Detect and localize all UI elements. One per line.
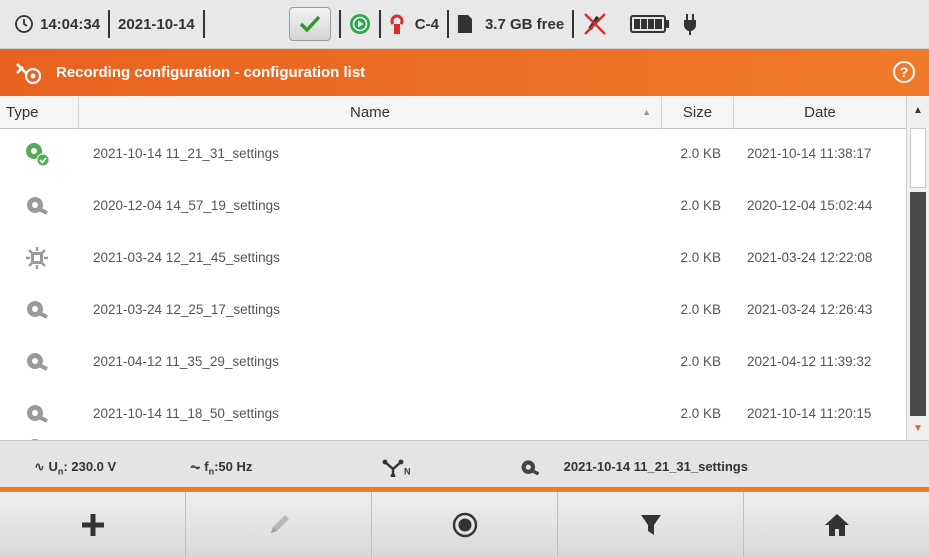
scroll-down-arrow[interactable]: ▼ (907, 418, 929, 440)
add-button[interactable] (0, 492, 186, 557)
home-button[interactable] (744, 492, 929, 557)
info-strip: ∿ Un: 230.0 V ⏦ fn:50 Hz N 2021-10-14 11… (0, 440, 929, 496)
page-title: Recording configuration - configuration … (56, 64, 366, 81)
plug-icon (684, 14, 697, 35)
settings-icon (27, 301, 48, 319)
config-name: 2020-12-04 14_57_19_settings (93, 198, 280, 213)
table-row[interactable]: 2020-12-04 14_57_19_settings 2.0 KB 2020… (0, 181, 906, 230)
record-button[interactable] (372, 492, 558, 557)
voltage-label: U (48, 459, 58, 474)
sort-ascending-icon: ▲ (642, 107, 651, 117)
bottom-toolbar (0, 492, 929, 557)
config-date: 2021-04-12 11:39:32 (747, 354, 872, 369)
config-date: 2021-10-14 11:38:17 (747, 146, 872, 161)
config-size: 2.0 KB (680, 302, 721, 317)
column-date[interactable]: Date (734, 96, 906, 129)
record-icon (452, 512, 477, 537)
separator (338, 10, 341, 38)
active-config-name: 2021-10-14 11_21_31_settings (563, 459, 748, 474)
status-time: 14:04:34 (40, 15, 101, 33)
voltage-value: : 230.0 V (63, 459, 117, 474)
status-bar: 14:04:34 2021-10-14 C-4 3.7 GB free (0, 0, 929, 49)
column-name-label: Name (349, 104, 390, 121)
config-name: 2021-10-14 11_18_50_settings (93, 406, 279, 421)
column-name[interactable]: Name ▲ (79, 96, 662, 129)
battery-icon (630, 15, 670, 33)
plus-icon (81, 513, 104, 536)
settings-icon (27, 197, 48, 215)
table-row[interactable]: 2021-03-24 12_25_17_settings 2.0 KB 2021… (0, 285, 906, 334)
filter-icon (640, 514, 661, 535)
help-button[interactable]: ? (893, 61, 915, 83)
table-row[interactable]: 2021-03-24 12_21_45_settings 2.0 KB 2021… (0, 233, 906, 282)
frequency-wave-icon: ⏦ (190, 459, 201, 474)
pencil-icon (270, 514, 289, 533)
wye-network-icon (382, 459, 404, 478)
ac-wave-icon: ∿ (34, 459, 45, 474)
edit-button[interactable] (186, 492, 372, 557)
separator (378, 10, 381, 38)
active-config: 2021-10-14 11_21_31_settings (518, 441, 748, 493)
config-size: 2.0 KB (680, 198, 721, 213)
settings-icon (27, 353, 48, 371)
config-name: 2021-03-24 12_25_17_settings (93, 302, 280, 317)
config-name: 2021-04-12 11_35_29_settings (93, 354, 279, 369)
scroll-up-arrow[interactable]: ▲ (907, 96, 929, 126)
clamp-icon (390, 14, 404, 34)
usb-disconnected-icon (584, 13, 607, 35)
config-size: 2.0 KB (680, 406, 721, 421)
config-list: 2021-10-14 11_21_31_settings 2.0 KB 2021… (0, 129, 906, 440)
separator (202, 10, 205, 38)
clock-icon (15, 15, 33, 33)
active-settings-icon (26, 143, 50, 167)
config-name: 2021-10-14 11_21_31_settings (93, 146, 279, 161)
separator (108, 10, 111, 38)
status-date: 2021-10-14 (118, 15, 195, 33)
recording-config-icon (16, 62, 42, 84)
checkmark-icon (299, 15, 321, 33)
storage-free: 3.7 GB free (484, 15, 565, 33)
sd-card-icon (457, 15, 472, 33)
scrollbar[interactable]: ▲ ▼ (906, 96, 929, 440)
scroll-track[interactable] (910, 192, 926, 416)
home-icon (824, 513, 849, 536)
table-row[interactable]: 2021-10-14 11_18_50_settings 2.0 KB 2021… (0, 389, 906, 438)
column-type[interactable]: Type (0, 96, 79, 129)
config-size: 2.0 KB (680, 146, 721, 161)
settings-icon (521, 459, 540, 475)
table-row[interactable]: 2021-10-14 11_21_31_settings 2.0 KB 2021… (0, 129, 906, 178)
table-header: Type Name ▲ Size Date (0, 96, 906, 129)
config-date: 2021-03-24 12:22:08 (747, 250, 873, 265)
config-size: 2.0 KB (680, 354, 721, 369)
frequency-value: :50 Hz (214, 459, 253, 474)
gear-settings-icon (26, 247, 48, 269)
settings-icon (27, 405, 48, 423)
network-subscript: N (404, 466, 411, 477)
config-date: 2021-03-24 12:26:43 (747, 302, 873, 317)
config-name: 2021-03-24 12_21_45_settings (93, 250, 280, 265)
separator (572, 10, 575, 38)
column-size[interactable]: Size (662, 96, 734, 129)
config-date: 2020-12-04 15:02:44 (747, 198, 873, 213)
title-bar: Recording configuration - configuration … (0, 49, 929, 96)
scroll-thumb[interactable] (910, 128, 926, 188)
recording-status-icon[interactable] (349, 13, 371, 35)
config-date: 2021-10-14 11:20:15 (747, 406, 872, 421)
clamp-label: C-4 (414, 15, 439, 33)
config-size: 2.0 KB (680, 250, 721, 265)
confirm-button[interactable] (288, 7, 331, 41)
table-row[interactable]: 2021-04-12 11_35_29_settings 2.0 KB 2021… (0, 337, 906, 386)
filter-button[interactable] (558, 492, 744, 557)
separator (446, 10, 449, 38)
